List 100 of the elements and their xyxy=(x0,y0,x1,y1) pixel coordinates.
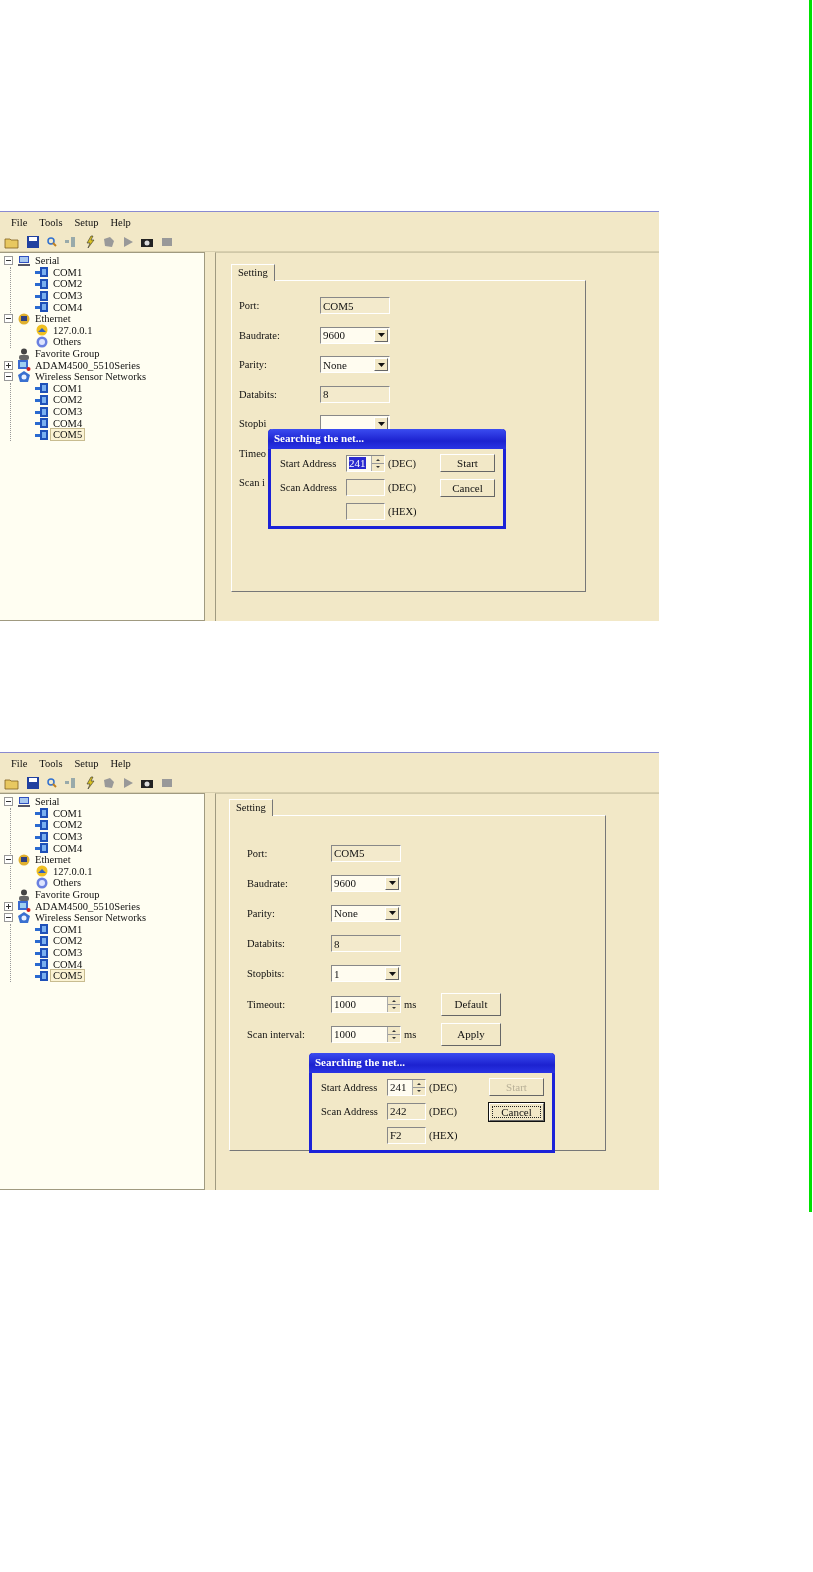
dropdown-arrow-icon xyxy=(377,362,385,367)
expand-toggle[interactable] xyxy=(4,901,13,911)
tree-item[interactable]: COM3 xyxy=(51,290,85,302)
save-icon xyxy=(26,234,40,249)
menu-item[interactable]: Tools xyxy=(39,216,63,228)
dropdown-arrow-icon xyxy=(377,333,385,338)
person-icon xyxy=(17,888,31,901)
tree-item[interactable]: COM2 xyxy=(51,819,85,831)
plus-icon xyxy=(5,902,12,910)
field-label: Scan i xyxy=(239,477,265,489)
tree-item[interactable]: COM4 xyxy=(51,417,85,429)
tree-item[interactable]: Others xyxy=(51,877,83,889)
tree-item[interactable]: COM3 xyxy=(51,406,85,417)
text-field[interactable] xyxy=(346,502,385,520)
port-icon xyxy=(35,393,49,406)
text-field[interactable]: 242 xyxy=(387,1102,426,1120)
dropdown[interactable]: None xyxy=(331,904,401,922)
tree-item[interactable]: Ethernet xyxy=(33,313,73,325)
tree-item[interactable]: COM3 xyxy=(51,947,85,958)
spin-arrows-icon[interactable] xyxy=(387,1026,400,1042)
unit-label: (DEC) xyxy=(428,1105,458,1117)
tree-item[interactable]: ADAM4500_5510Series xyxy=(33,359,142,371)
expand-toggle[interactable] xyxy=(4,855,13,865)
tree-item[interactable]: Favorite Group xyxy=(33,348,102,360)
tree-item[interactable]: COM1 xyxy=(51,266,85,278)
spin-field[interactable]: 241 xyxy=(387,1078,426,1096)
tree-item[interactable]: Serial xyxy=(33,255,62,267)
dropdown[interactable]: 9600 xyxy=(331,874,401,892)
text-field[interactable]: F2 xyxy=(387,1126,426,1144)
dropdown[interactable]: 1 xyxy=(331,965,401,983)
text-field[interactable]: 8 xyxy=(320,385,390,403)
spin-field[interactable]: 1000 xyxy=(331,995,401,1013)
port-icon xyxy=(35,278,49,290)
dropdown[interactable]: 9600 xyxy=(320,326,390,344)
dropdown-arrow-icon xyxy=(388,911,396,916)
tree-item[interactable]: COM3 xyxy=(51,831,85,843)
tree-item[interactable]: COM1 xyxy=(51,382,85,394)
tree-item[interactable]: 127.0.0.1 xyxy=(51,865,95,877)
spin-arrows-icon[interactable] xyxy=(387,996,400,1012)
push-button[interactable]: Start xyxy=(440,454,495,472)
tree-item[interactable]: Favorite Group xyxy=(33,889,102,901)
port-icon xyxy=(35,842,49,855)
expand-toggle[interactable] xyxy=(4,913,13,923)
tree-item[interactable]: COM4 xyxy=(51,301,85,313)
menu-item[interactable]: File xyxy=(11,757,28,769)
menu-item[interactable]: Setup xyxy=(74,757,99,769)
tree-item[interactable]: Serial xyxy=(33,796,62,808)
tree-item[interactable]: COM1 xyxy=(51,807,85,819)
field-label: Databits: xyxy=(239,388,277,400)
push-button[interactable]: Cancel xyxy=(440,479,495,497)
tree-item[interactable]: Wireless Sensor Networks xyxy=(33,371,148,383)
expand-toggle[interactable] xyxy=(4,360,13,370)
lightning-icon xyxy=(84,234,96,249)
expand-toggle[interactable] xyxy=(4,256,13,266)
menu-item[interactable]: Setup xyxy=(74,216,99,228)
spin-arrows-icon[interactable] xyxy=(371,455,384,471)
dropdown-arrow-icon xyxy=(388,881,396,886)
tree-item[interactable]: COM2 xyxy=(51,935,85,947)
spin-arrows-icon[interactable] xyxy=(412,1079,425,1095)
plus-icon xyxy=(5,361,12,369)
save-icon xyxy=(26,775,40,790)
tree-item[interactable]: COM2 xyxy=(51,394,85,406)
expand-toggle[interactable] xyxy=(4,797,13,807)
globe-icon xyxy=(35,324,49,337)
tree-item[interactable]: Others xyxy=(51,336,83,348)
spin-field[interactable]: 1000 xyxy=(331,1025,401,1043)
tab[interactable]: Setting xyxy=(229,799,273,816)
menu-item[interactable]: Tools xyxy=(39,757,63,769)
spin-field[interactable]: 241 xyxy=(346,454,385,472)
person-icon xyxy=(17,347,31,360)
tree-item[interactable]: Ethernet xyxy=(33,854,73,866)
dialog-title: Searching the net... xyxy=(309,1053,555,1073)
tree-item[interactable]: COM5 xyxy=(51,429,85,441)
computer-icon xyxy=(17,795,31,808)
dropdown[interactable]: None xyxy=(320,356,390,374)
tree-item[interactable]: COM2 xyxy=(51,278,85,290)
text-field[interactable]: COM5 xyxy=(331,844,401,862)
tab[interactable]: Setting xyxy=(231,264,275,281)
tree-item[interactable]: COM4 xyxy=(51,958,85,970)
tree-item[interactable]: COM5 xyxy=(51,970,85,982)
port-icon xyxy=(35,819,49,831)
push-button[interactable]: Default xyxy=(441,992,501,1016)
expand-toggle[interactable] xyxy=(4,314,13,324)
tree-item[interactable]: 127.0.0.1 xyxy=(51,324,95,336)
tree-item[interactable]: COM4 xyxy=(51,842,85,854)
menu-item[interactable]: File xyxy=(11,216,28,228)
unit-label: (DEC) xyxy=(387,481,417,493)
field-label: Port: xyxy=(247,847,268,859)
menu-item[interactable]: Help xyxy=(110,216,131,228)
text-field[interactable] xyxy=(346,478,385,496)
text-field[interactable]: 8 xyxy=(331,935,401,953)
port-icon xyxy=(35,417,49,430)
push-button[interactable]: Apply xyxy=(441,1022,501,1046)
tree-item[interactable]: Wireless Sensor Networks xyxy=(33,912,148,924)
expand-toggle[interactable] xyxy=(4,372,13,382)
tree-item[interactable]: COM1 xyxy=(51,923,85,935)
push-button[interactable]: Cancel xyxy=(489,1103,544,1121)
text-field[interactable]: COM5 xyxy=(320,297,390,315)
tree-item[interactable]: ADAM4500_5510Series xyxy=(33,900,142,912)
menu-item[interactable]: Help xyxy=(110,757,131,769)
